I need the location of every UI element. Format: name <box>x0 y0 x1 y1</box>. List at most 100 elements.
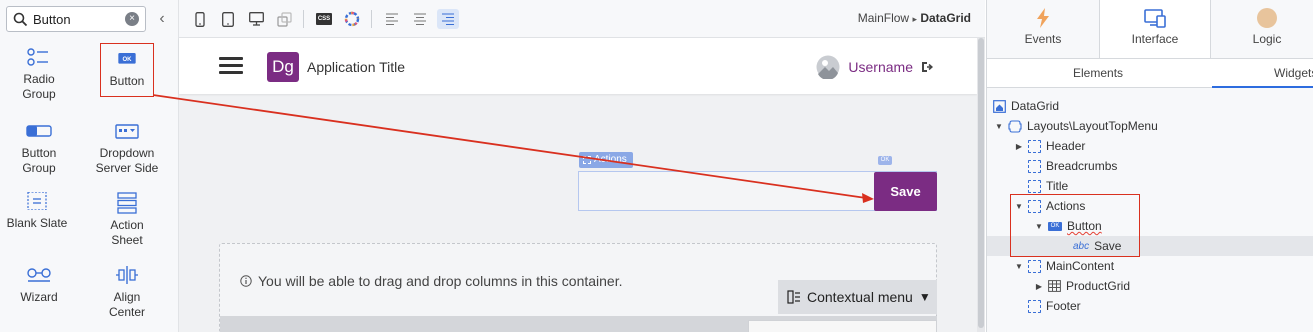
tablet-icon <box>222 11 234 27</box>
logout-icon[interactable] <box>921 61 933 73</box>
align-right-button[interactable] <box>437 9 459 29</box>
widget-dropdown-server-side[interactable]: Dropdown Server Side <box>88 122 166 176</box>
tree-item-footer[interactable]: Footer <box>1015 296 1081 316</box>
placeholder-icon <box>1028 259 1041 273</box>
actions-placeholder-tag: Actions <box>579 152 633 168</box>
color-wheel-icon <box>344 11 360 27</box>
widget-blank-slate[interactable]: Blank Slate <box>0 192 76 231</box>
table-icon <box>1048 280 1061 292</box>
tab-events[interactable]: Events <box>987 0 1099 58</box>
widget-radio-group[interactable]: Radio Group <box>0 48 78 102</box>
tree-item-header[interactable]: ▶ Header <box>1015 136 1085 156</box>
canvas-scrollbar[interactable] <box>977 38 985 332</box>
widget-label: Blank Slate <box>6 216 68 230</box>
username-link[interactable]: Username <box>848 59 913 75</box>
contextual-menu-label: Contextual menu <box>807 289 913 305</box>
widget-button[interactable]: OK Button <box>100 43 154 97</box>
subtab-elements[interactable]: Elements <box>1073 66 1123 80</box>
tree-item-save[interactable]: abc Save <box>987 236 1313 256</box>
tablet-preview-button[interactable] <box>217 9 239 29</box>
expand-arrow-icon[interactable]: ▼ <box>995 122 1003 131</box>
tree-item-actions[interactable]: ▼ Actions <box>1015 196 1085 216</box>
search-icon <box>13 12 28 27</box>
user-info[interactable]: Username <box>816 55 933 79</box>
active-subtab-indicator <box>1212 86 1313 88</box>
phone-icon <box>195 11 205 27</box>
app-logo: Dg <box>267 52 299 82</box>
screen-canvas[interactable]: Dg Application Title Username Actions OK… <box>179 38 985 332</box>
actions-tag-label: Actions <box>594 154 627 165</box>
tab-interface[interactable]: Interface <box>1099 0 1211 58</box>
tree-item-button[interactable]: ▼ OK Button <box>1035 216 1102 236</box>
tree-item-label: Save <box>1094 239 1122 253</box>
clear-search-icon[interactable]: × <box>125 12 139 26</box>
layout-icon <box>1008 119 1022 133</box>
expand-arrow-icon[interactable]: ▶ <box>1015 142 1023 151</box>
tab-label: Logic <box>1252 32 1282 46</box>
widget-search-box[interactable]: × <box>6 6 146 32</box>
breadcrumb-separator: ▸ <box>912 14 917 24</box>
widget-search-input[interactable] <box>33 10 119 28</box>
avatar-icon <box>816 55 840 79</box>
tree-item-label: Button <box>1067 219 1102 233</box>
subtab-widgets[interactable]: Widgets <box>1274 66 1313 80</box>
widget-label: Wizard <box>20 290 58 304</box>
css-icon: CSS <box>315 13 333 25</box>
tab-logic[interactable]: Logic <box>1211 0 1313 58</box>
rotate-device-icon <box>276 11 292 27</box>
svg-text:OK: OK <box>123 57 133 63</box>
phone-preview-button[interactable] <box>189 9 211 29</box>
columns-info-text: You will be able to drag and drop column… <box>258 273 623 289</box>
breadcrumb-flow[interactable]: MainFlow <box>858 11 909 25</box>
tree-item-label: Header <box>1046 139 1086 153</box>
align-center-text-icon <box>414 13 426 25</box>
collapse-panel-icon[interactable]: ‹ <box>154 9 170 29</box>
contextual-menu-button[interactable]: Contextual menu ▼ <box>778 280 937 314</box>
grid-columns-container[interactable]: You will be able to drag and drop column… <box>219 243 937 332</box>
action-sheet-icon <box>117 192 137 214</box>
button-ok-icon: OK <box>118 53 136 64</box>
tree-item-label: ProductGrid <box>1066 279 1131 293</box>
hamburger-menu-icon[interactable] <box>219 57 243 75</box>
tree-item-datagrid[interactable]: DataGrid <box>993 96 1059 116</box>
save-button[interactable]: Save <box>874 172 937 211</box>
tree-item-label: Actions <box>1046 199 1086 213</box>
expand-arrow-icon[interactable]: ▼ <box>1015 262 1023 271</box>
expand-arrow-icon[interactable]: ▼ <box>1015 202 1023 211</box>
align-left-button[interactable] <box>381 9 403 29</box>
logic-icon <box>1257 8 1277 28</box>
desktop-preview-button[interactable] <box>245 9 267 29</box>
placeholder-icon <box>1028 299 1041 313</box>
rotate-preview-button[interactable] <box>273 9 295 29</box>
expand-arrow-icon[interactable]: ▼ <box>1035 222 1043 231</box>
tree-item-breadcrumbs[interactable]: Breadcrumbs <box>1015 156 1117 176</box>
tree-item-maincontent[interactable]: ▼ MainContent <box>1015 256 1114 276</box>
expand-arrow-icon[interactable]: ▶ <box>1035 282 1043 291</box>
tree-item-title[interactable]: Title <box>1015 176 1068 196</box>
placeholder-icon <box>1028 199 1041 213</box>
align-center-icon <box>116 266 138 284</box>
widget-label: Align Center <box>108 290 146 319</box>
button-ok-icon: OK <box>1048 221 1062 231</box>
widget-label: Dropdown Server Side <box>95 146 159 175</box>
editor-toolbar: CSS MainFlow ▸ DataGrid <box>179 0 985 38</box>
blank-slate-icon <box>27 192 47 210</box>
widget-action-sheet[interactable]: Action Sheet <box>88 192 166 248</box>
css-editor-button[interactable]: CSS <box>313 9 335 29</box>
button-group-icon <box>26 125 52 137</box>
widget-align-center[interactable]: Align Center <box>88 266 166 320</box>
widget-palette: × ‹ Radio Group OK Button Button Group D… <box>0 0 179 332</box>
tree-item-layout[interactable]: ▼ Layouts\LayoutTopMenu <box>995 116 1158 136</box>
tree-item-label: MainContent <box>1046 259 1115 273</box>
theme-button[interactable] <box>341 9 363 29</box>
interface-subtabs: Elements Widgets <box>987 58 1313 88</box>
tree-item-productgrid[interactable]: ▶ ProductGrid <box>1035 276 1130 296</box>
align-center-button[interactable] <box>409 9 431 29</box>
breadcrumb-screen[interactable]: DataGrid <box>920 11 971 25</box>
app-header: Dg Application Title Username <box>179 38 977 94</box>
dropdown-server-side-icon <box>115 124 139 139</box>
widget-wizard[interactable]: Wizard <box>0 266 78 305</box>
tree-item-label: Layouts\LayoutTopMenu <box>1027 119 1158 133</box>
grid-cell-placeholder <box>748 320 937 332</box>
widget-button-group[interactable]: Button Group <box>0 122 78 176</box>
